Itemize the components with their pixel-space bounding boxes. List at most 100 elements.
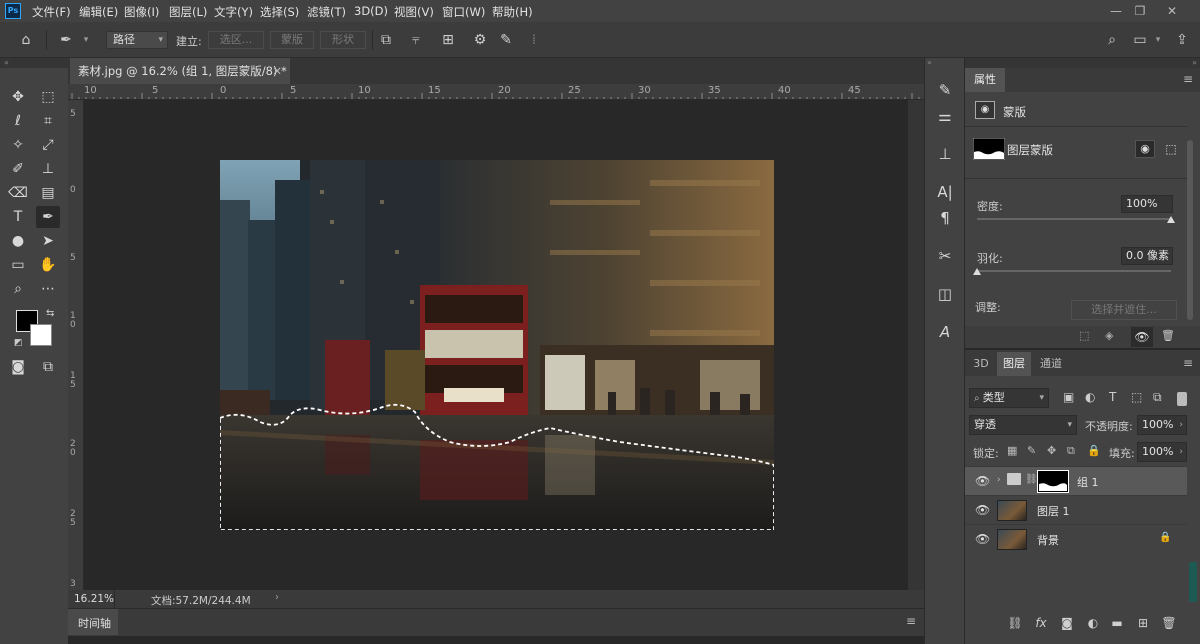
visibility-eye-icon[interactable]: 👁 (975, 474, 990, 488)
adjustments-icon[interactable]: ⚌ (935, 106, 955, 126)
align-edges-icon[interactable]: ⁞ (524, 30, 544, 50)
filter-shape-icon[interactable]: ⬚ (1131, 390, 1142, 404)
brush-tool-icon[interactable]: ✐ (6, 158, 30, 180)
chevron-down-icon[interactable]: ▾ (1148, 30, 1168, 50)
menu-view[interactable]: 视图(V) (394, 4, 434, 20)
menu-image[interactable]: 图像(I) (124, 4, 159, 20)
layer-filter-kind[interactable]: ⌕ 类型 ▾ (969, 388, 1049, 408)
panel-menu-icon[interactable]: ≡ (906, 614, 916, 628)
chevron-right-icon[interactable]: › (275, 592, 279, 603)
path-operations-icon[interactable]: ⧉ (376, 30, 396, 50)
paragraph-icon[interactable]: ¶ (935, 208, 955, 228)
lock-position-icon[interactable]: ✥ (1047, 444, 1056, 457)
chevron-down-icon[interactable]: ▾ (76, 30, 96, 50)
gradient-tool-icon[interactable]: ▤ (36, 182, 60, 204)
blend-mode-select[interactable]: 穿透 ▾ (969, 415, 1077, 435)
load-selection-icon[interactable]: ⬚ (1079, 329, 1089, 342)
menu-3d[interactable]: 3D(D) (354, 4, 388, 18)
menu-layer[interactable]: 图层(L) (169, 4, 207, 20)
doc-info-field[interactable]: 文档:57.2M/244.4M › (114, 590, 354, 608)
density-slider-handle[interactable] (1167, 216, 1175, 223)
pen-mode-select[interactable]: 路径 ▾ (106, 31, 168, 49)
close-tab-icon[interactable]: ✕ (272, 58, 282, 84)
lock-artboard-icon[interactable]: ⧉ (1067, 444, 1075, 458)
zoom-level[interactable]: 16.21% (74, 593, 114, 605)
density-input[interactable]: 100% (1121, 195, 1173, 213)
link-layers-icon[interactable]: ⛓ (1006, 614, 1024, 632)
make-selection-button[interactable]: 选区... (208, 31, 264, 49)
layer-row-layer-1[interactable]: 👁 图层 1 (965, 495, 1187, 524)
link-icon[interactable]: ⛓ (1025, 474, 1038, 485)
path-alignment-icon[interactable]: ⫧ (406, 30, 426, 50)
make-mask-button[interactable]: 蒙版 (270, 31, 314, 49)
default-colors-icon[interactable]: ◩ (14, 338, 23, 348)
lock-all-icon[interactable]: 🔒 (1087, 444, 1101, 457)
visibility-eye-icon[interactable]: 👁 (975, 503, 990, 517)
gear-icon[interactable]: ⚙ (470, 30, 490, 50)
add-mask-icon[interactable]: ◙ (1058, 614, 1076, 632)
document-tab[interactable]: 素材.jpg @ 16.2% (组 1, 图层蒙版/8) * ✕ (70, 58, 290, 84)
pen-tool-icon[interactable]: ✒ (36, 206, 60, 228)
object-select-tool-icon[interactable]: ⌗ (36, 110, 60, 132)
fill-input[interactable]: 100% › (1137, 442, 1187, 462)
properties-scrollbar[interactable] (1187, 140, 1193, 320)
layer-row-group-1[interactable]: 👁 › ⛓ 组 1 (965, 466, 1187, 495)
eyedropper-tool-icon[interactable]: ⤢ (36, 134, 60, 156)
filter-smart-object-icon[interactable]: ⧉ (1153, 390, 1162, 405)
screen-mode-icon[interactable]: ⧉ (36, 356, 60, 378)
pen-tool-preset-icon[interactable]: ✒ (56, 30, 76, 50)
close-icon[interactable]: ✕ (1160, 3, 1184, 19)
disable-mask-icon[interactable]: 👁 (1131, 327, 1153, 347)
layer-mask-thumbnail[interactable] (973, 138, 1005, 160)
delete-layer-icon[interactable]: 🗑 (1160, 614, 1178, 632)
vertical-scrollbar[interactable] (908, 100, 924, 590)
filter-toggle[interactable] (1177, 392, 1187, 406)
layers-scrollbar[interactable] (1189, 562, 1197, 602)
feather-slider[interactable] (977, 270, 1171, 272)
tab-layers[interactable]: 图层 (997, 352, 1031, 376)
filter-type-icon[interactable]: T (1109, 390, 1116, 404)
layer-thumbnail[interactable] (997, 500, 1027, 521)
new-layer-icon[interactable]: ⊞ (1134, 614, 1152, 632)
panel-menu-icon[interactable]: ≡ (1183, 356, 1193, 370)
tab-properties[interactable]: 属性 (965, 68, 1005, 92)
timeline-tab[interactable]: 时间轴 (68, 609, 118, 635)
document-image[interactable] (220, 160, 774, 530)
magic-wand-tool-icon[interactable]: ✧ (6, 134, 30, 156)
delete-mask-icon[interactable]: 🗑 (1161, 329, 1175, 342)
select-pixel-mask-icon[interactable]: ◉ (1135, 140, 1155, 158)
path-arrangement-icon[interactable]: ⊞ (438, 30, 458, 50)
menu-select[interactable]: 选择(S) (260, 4, 299, 20)
menu-type[interactable]: 文字(Y) (214, 4, 253, 20)
menu-edit[interactable]: 编辑(E) (79, 4, 118, 20)
stamp-tool-icon[interactable]: ⊥ (36, 158, 60, 180)
apply-mask-icon[interactable]: ◈ (1105, 329, 1113, 342)
marquee-tool-icon[interactable]: ⬚ (36, 86, 60, 108)
libraries-icon[interactable]: ◫ (935, 284, 955, 304)
auto-add-delete-icon[interactable]: ✎ (496, 30, 516, 50)
minimize-icon[interactable]: — (1104, 3, 1128, 19)
new-group-icon[interactable]: ▬ (1108, 614, 1126, 632)
rectangle-tool-icon[interactable]: ▭ (6, 254, 30, 276)
menu-help[interactable]: 帮助(H) (492, 4, 533, 20)
fx-icon[interactable]: fx (1032, 614, 1050, 632)
brush-settings-icon[interactable]: ✎ (935, 80, 955, 100)
opacity-input[interactable]: 100% › (1137, 415, 1187, 435)
group-mask-thumbnail[interactable] (1037, 470, 1069, 493)
home-icon[interactable]: ⌂ (16, 30, 36, 50)
glyphs-icon[interactable]: A (935, 322, 955, 342)
make-shape-button[interactable]: 形状 (320, 31, 366, 49)
visibility-eye-icon[interactable]: 👁 (975, 532, 990, 546)
layer-row-background[interactable]: 👁 背景 🔒 (965, 524, 1187, 553)
restore-icon[interactable]: ❐ (1128, 3, 1152, 19)
search-icon[interactable]: ⌕ (1102, 30, 1122, 50)
feather-input[interactable]: 0.0 像素 (1121, 247, 1173, 265)
tab-channels[interactable]: 通道 (1033, 352, 1069, 376)
tab-3d[interactable]: 3D (965, 352, 997, 376)
toolbar-collapse[interactable]: « (0, 58, 68, 68)
dodge-tool-icon[interactable]: ● (6, 230, 30, 252)
workspace-icon[interactable]: ▭ (1130, 30, 1150, 50)
vector-mask-icon[interactable]: ⬚ (1161, 140, 1181, 158)
swap-colors-icon[interactable]: ⇆ (46, 308, 54, 319)
zoom-tool-icon[interactable]: ⌕ (6, 278, 30, 300)
